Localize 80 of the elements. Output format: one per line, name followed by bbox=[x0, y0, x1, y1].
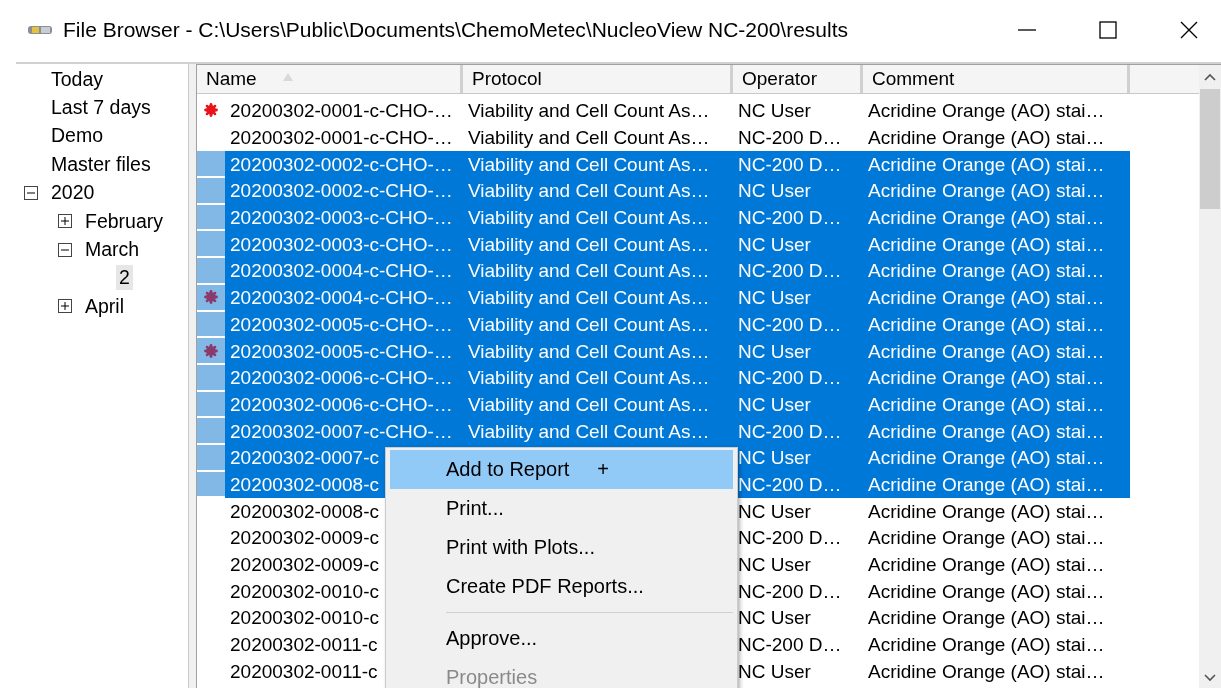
file-name: 20200302-0002-c-CHO-… bbox=[230, 180, 453, 203]
file-name: 20200302-0007-c-CHO-… bbox=[230, 420, 453, 443]
comment-text: Acridine Orange (AO) stai… bbox=[868, 180, 1105, 203]
file-name: 20200302-0002-c-CHO-… bbox=[230, 153, 453, 176]
operator-text: NC-200 D… bbox=[738, 634, 842, 657]
file-name: 20200302-0008-c bbox=[230, 500, 379, 523]
comment-text: Acridine Orange (AO) stai… bbox=[868, 554, 1105, 577]
operator-text: NC User bbox=[738, 340, 811, 363]
operator-text: NC-200 D… bbox=[738, 313, 842, 336]
operator-text: NC User bbox=[738, 180, 811, 203]
comment-text: Acridine Orange (AO) stai… bbox=[868, 473, 1105, 496]
file-name: 20200302-0005-c-CHO-… bbox=[230, 313, 453, 336]
file-name: 20200302-0010-c bbox=[230, 607, 379, 630]
protocol-text: Viability and Cell Count As… bbox=[468, 340, 710, 363]
file-name: 20200302-0009-c bbox=[230, 554, 379, 577]
comment-text: Acridine Orange (AO) stai… bbox=[868, 607, 1105, 630]
comment-text: Acridine Orange (AO) stai… bbox=[868, 313, 1105, 336]
operator-text: NC User bbox=[738, 500, 811, 523]
operator-text: NC User bbox=[738, 447, 811, 470]
protocol-text: Viability and Cell Count As… bbox=[468, 207, 710, 230]
file-name: 20200302-0009-c bbox=[230, 527, 379, 550]
operator-text: NC-200 D… bbox=[738, 153, 842, 176]
comment-text: Acridine Orange (AO) stai… bbox=[868, 447, 1105, 470]
file-name: 20200302-0006-c-CHO-… bbox=[230, 367, 453, 390]
protocol-text: Viability and Cell Count As… bbox=[468, 313, 710, 336]
operator-text: NC-200 D… bbox=[738, 127, 842, 150]
protocol-text: Viability and Cell Count As… bbox=[468, 420, 710, 443]
protocol-text: Viability and Cell Count As… bbox=[468, 287, 710, 310]
file-name: 20200302-0010-c bbox=[230, 580, 379, 603]
comment-text: Acridine Orange (AO) stai… bbox=[868, 367, 1105, 390]
file-name: 20200302-0011-c bbox=[230, 634, 378, 657]
comment-text: Acridine Orange (AO) stai… bbox=[868, 287, 1105, 310]
comment-text: Acridine Orange (AO) stai… bbox=[868, 420, 1105, 443]
operator-text: NC-200 D… bbox=[738, 367, 842, 390]
file-name: 20200302-0001-c-CHO-… bbox=[230, 127, 453, 150]
operator-text: NC User bbox=[738, 607, 811, 630]
comment-text: Acridine Orange (AO) stai… bbox=[868, 127, 1105, 150]
operator-text: NC-200 D… bbox=[738, 207, 842, 230]
protocol-text: Viability and Cell Count As… bbox=[468, 233, 710, 256]
operator-text: NC-200 D… bbox=[738, 420, 842, 443]
operator-text: NC-200 D… bbox=[738, 260, 842, 283]
protocol-text: Viability and Cell Count As… bbox=[468, 127, 710, 150]
operator-text: NC User bbox=[738, 660, 811, 683]
comment-text: Acridine Orange (AO) stai… bbox=[868, 634, 1105, 657]
comment-text: Acridine Orange (AO) stai… bbox=[868, 340, 1105, 363]
window-title: File Browser - C:\Users\Public\Documents\ChemoMetec\NucleoView NC-200\results bbox=[63, 18, 849, 42]
file-name: 20200302-0004-c-CHO-… bbox=[230, 287, 453, 310]
file-name: 20200302-0001-c-CHO-… bbox=[230, 100, 453, 123]
protocol-text: Viability and Cell Count As… bbox=[468, 367, 710, 390]
file-name: 20200302-0008-c bbox=[230, 473, 379, 496]
comment-text: Acridine Orange (AO) stai… bbox=[868, 207, 1105, 230]
file-name: 20200302-0004-c-CHO-… bbox=[230, 260, 453, 283]
protocol-text: Viability and Cell Count As… bbox=[468, 100, 710, 123]
file-name: 20200302-0005-c-CHO-… bbox=[230, 340, 453, 363]
comment-text: Acridine Orange (AO) stai… bbox=[868, 260, 1105, 283]
file-name: 20200302-0011-c bbox=[230, 660, 378, 683]
operator-text: NC-200 D… bbox=[738, 473, 842, 496]
protocol-text: Viability and Cell Count As… bbox=[468, 393, 710, 416]
file-name: 20200302-0003-c-CHO-… bbox=[230, 233, 453, 256]
operator-text: NC-200 D… bbox=[738, 580, 842, 603]
comment-text: Acridine Orange (AO) stai… bbox=[868, 660, 1105, 683]
comment-text: Acridine Orange (AO) stai… bbox=[868, 580, 1105, 603]
file-name: 20200302-0006-c-CHO-… bbox=[230, 393, 453, 416]
operator-text: NC User bbox=[738, 233, 811, 256]
operator-text: NC User bbox=[738, 100, 811, 123]
comment-text: Acridine Orange (AO) stai… bbox=[868, 393, 1105, 416]
comment-text: Acridine Orange (AO) stai… bbox=[868, 527, 1105, 550]
protocol-text: Viability and Cell Count As… bbox=[468, 260, 710, 283]
protocol-text: Viability and Cell Count As… bbox=[468, 180, 710, 203]
operator-text: NC User bbox=[738, 393, 811, 416]
comment-text: Acridine Orange (AO) stai… bbox=[868, 500, 1105, 523]
file-name: 20200302-0007-c bbox=[230, 447, 379, 470]
operator-text: NC User bbox=[738, 554, 811, 577]
operator-text: NC User bbox=[738, 287, 811, 310]
protocol-text: Viability and Cell Count As… bbox=[468, 153, 710, 176]
comment-text: Acridine Orange (AO) stai… bbox=[868, 233, 1105, 256]
operator-text: NC-200 D… bbox=[738, 527, 842, 550]
comment-text: Acridine Orange (AO) stai… bbox=[868, 100, 1105, 123]
comment-text: Acridine Orange (AO) stai… bbox=[868, 153, 1105, 176]
file-name: 20200302-0003-c-CHO-… bbox=[230, 207, 453, 230]
